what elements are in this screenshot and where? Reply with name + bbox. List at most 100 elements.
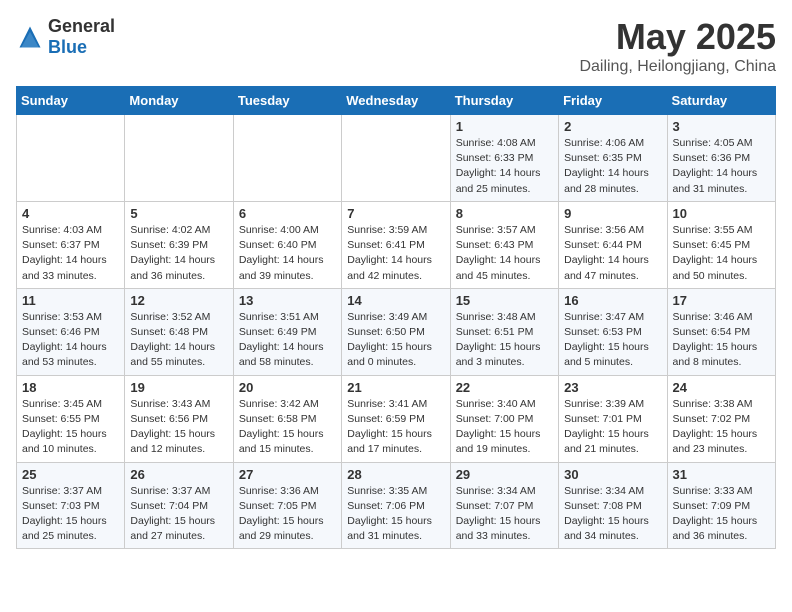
day-info: Sunrise: 3:47 AM Sunset: 6:53 PM Dayligh… (564, 310, 661, 371)
cell-week5-day1: 26 Sunrise: 3:37 AM Sunset: 7:04 PM Dayl… (125, 462, 233, 549)
day-number: 1 (456, 119, 553, 134)
day-info: Sunrise: 3:48 AM Sunset: 6:51 PM Dayligh… (456, 310, 553, 371)
day-number: 17 (673, 293, 770, 308)
cell-week1-day3 (342, 115, 450, 202)
day-info: Sunrise: 3:45 AM Sunset: 6:55 PM Dayligh… (22, 397, 119, 458)
day-info: Sunrise: 3:57 AM Sunset: 6:43 PM Dayligh… (456, 223, 553, 284)
day-number: 31 (673, 467, 770, 482)
cell-week5-day4: 29 Sunrise: 3:34 AM Sunset: 7:07 PM Dayl… (450, 462, 558, 549)
header-tuesday: Tuesday (233, 87, 341, 115)
day-info: Sunrise: 3:53 AM Sunset: 6:46 PM Dayligh… (22, 310, 119, 371)
cell-week2-day0: 4 Sunrise: 4:03 AM Sunset: 6:37 PM Dayli… (17, 201, 125, 288)
cell-week3-day4: 15 Sunrise: 3:48 AM Sunset: 6:51 PM Dayl… (450, 288, 558, 375)
logo: General Blue (16, 16, 115, 58)
day-number: 30 (564, 467, 661, 482)
week-row-4: 18 Sunrise: 3:45 AM Sunset: 6:55 PM Dayl… (17, 375, 776, 462)
day-number: 26 (130, 467, 227, 482)
cell-week2-day6: 10 Sunrise: 3:55 AM Sunset: 6:45 PM Dayl… (667, 201, 775, 288)
cell-week5-day2: 27 Sunrise: 3:36 AM Sunset: 7:05 PM Dayl… (233, 462, 341, 549)
day-info: Sunrise: 3:41 AM Sunset: 6:59 PM Dayligh… (347, 397, 444, 458)
day-info: Sunrise: 4:06 AM Sunset: 6:35 PM Dayligh… (564, 136, 661, 197)
cell-week3-day1: 12 Sunrise: 3:52 AM Sunset: 6:48 PM Dayl… (125, 288, 233, 375)
cell-week4-day2: 20 Sunrise: 3:42 AM Sunset: 6:58 PM Dayl… (233, 375, 341, 462)
day-number: 15 (456, 293, 553, 308)
day-number: 21 (347, 380, 444, 395)
day-info: Sunrise: 3:40 AM Sunset: 7:00 PM Dayligh… (456, 397, 553, 458)
logo-blue: Blue (48, 37, 87, 57)
cell-week2-day5: 9 Sunrise: 3:56 AM Sunset: 6:44 PM Dayli… (559, 201, 667, 288)
day-number: 7 (347, 206, 444, 221)
cell-week1-day1 (125, 115, 233, 202)
cell-week1-day4: 1 Sunrise: 4:08 AM Sunset: 6:33 PM Dayli… (450, 115, 558, 202)
cell-week4-day1: 19 Sunrise: 3:43 AM Sunset: 6:56 PM Dayl… (125, 375, 233, 462)
cell-week2-day3: 7 Sunrise: 3:59 AM Sunset: 6:41 PM Dayli… (342, 201, 450, 288)
cell-week4-day3: 21 Sunrise: 3:41 AM Sunset: 6:59 PM Dayl… (342, 375, 450, 462)
cell-week3-day6: 17 Sunrise: 3:46 AM Sunset: 6:54 PM Dayl… (667, 288, 775, 375)
day-info: Sunrise: 3:46 AM Sunset: 6:54 PM Dayligh… (673, 310, 770, 371)
week-row-5: 25 Sunrise: 3:37 AM Sunset: 7:03 PM Dayl… (17, 462, 776, 549)
header-saturday: Saturday (667, 87, 775, 115)
day-info: Sunrise: 4:08 AM Sunset: 6:33 PM Dayligh… (456, 136, 553, 197)
header-friday: Friday (559, 87, 667, 115)
calendar-table: Sunday Monday Tuesday Wednesday Thursday… (16, 86, 776, 549)
day-info: Sunrise: 3:39 AM Sunset: 7:01 PM Dayligh… (564, 397, 661, 458)
day-info: Sunrise: 3:52 AM Sunset: 6:48 PM Dayligh… (130, 310, 227, 371)
week-row-2: 4 Sunrise: 4:03 AM Sunset: 6:37 PM Dayli… (17, 201, 776, 288)
cell-week1-day6: 3 Sunrise: 4:05 AM Sunset: 6:36 PM Dayli… (667, 115, 775, 202)
day-info: Sunrise: 3:55 AM Sunset: 6:45 PM Dayligh… (673, 223, 770, 284)
cell-week1-day0 (17, 115, 125, 202)
day-number: 3 (673, 119, 770, 134)
cell-week3-day0: 11 Sunrise: 3:53 AM Sunset: 6:46 PM Dayl… (17, 288, 125, 375)
cell-week5-day3: 28 Sunrise: 3:35 AM Sunset: 7:06 PM Dayl… (342, 462, 450, 549)
day-info: Sunrise: 3:35 AM Sunset: 7:06 PM Dayligh… (347, 484, 444, 545)
cell-week3-day2: 13 Sunrise: 3:51 AM Sunset: 6:49 PM Dayl… (233, 288, 341, 375)
day-info: Sunrise: 3:34 AM Sunset: 7:08 PM Dayligh… (564, 484, 661, 545)
day-number: 18 (22, 380, 119, 395)
day-number: 9 (564, 206, 661, 221)
day-info: Sunrise: 3:38 AM Sunset: 7:02 PM Dayligh… (673, 397, 770, 458)
logo-icon (16, 23, 44, 51)
cell-week3-day5: 16 Sunrise: 3:47 AM Sunset: 6:53 PM Dayl… (559, 288, 667, 375)
day-info: Sunrise: 4:05 AM Sunset: 6:36 PM Dayligh… (673, 136, 770, 197)
calendar-subtitle: Dailing, Heilongjiang, China (579, 58, 776, 76)
day-info: Sunrise: 3:56 AM Sunset: 6:44 PM Dayligh… (564, 223, 661, 284)
day-number: 23 (564, 380, 661, 395)
cell-week4-day5: 23 Sunrise: 3:39 AM Sunset: 7:01 PM Dayl… (559, 375, 667, 462)
calendar-title: May 2025 (579, 16, 776, 58)
day-number: 10 (673, 206, 770, 221)
day-number: 2 (564, 119, 661, 134)
day-number: 22 (456, 380, 553, 395)
day-info: Sunrise: 4:02 AM Sunset: 6:39 PM Dayligh… (130, 223, 227, 284)
logo-general: General (48, 16, 115, 36)
day-info: Sunrise: 3:51 AM Sunset: 6:49 PM Dayligh… (239, 310, 336, 371)
cell-week5-day0: 25 Sunrise: 3:37 AM Sunset: 7:03 PM Dayl… (17, 462, 125, 549)
header-sunday: Sunday (17, 87, 125, 115)
day-number: 19 (130, 380, 227, 395)
day-number: 8 (456, 206, 553, 221)
day-number: 14 (347, 293, 444, 308)
day-info: Sunrise: 3:43 AM Sunset: 6:56 PM Dayligh… (130, 397, 227, 458)
page-header: General Blue May 2025 Dailing, Heilongji… (16, 16, 776, 76)
day-number: 27 (239, 467, 336, 482)
day-number: 6 (239, 206, 336, 221)
day-number: 25 (22, 467, 119, 482)
day-info: Sunrise: 4:03 AM Sunset: 6:37 PM Dayligh… (22, 223, 119, 284)
day-info: Sunrise: 3:36 AM Sunset: 7:05 PM Dayligh… (239, 484, 336, 545)
header-wednesday: Wednesday (342, 87, 450, 115)
day-info: Sunrise: 3:37 AM Sunset: 7:03 PM Dayligh… (22, 484, 119, 545)
day-info: Sunrise: 3:59 AM Sunset: 6:41 PM Dayligh… (347, 223, 444, 284)
cell-week5-day6: 31 Sunrise: 3:33 AM Sunset: 7:09 PM Dayl… (667, 462, 775, 549)
cell-week1-day5: 2 Sunrise: 4:06 AM Sunset: 6:35 PM Dayli… (559, 115, 667, 202)
week-row-3: 11 Sunrise: 3:53 AM Sunset: 6:46 PM Dayl… (17, 288, 776, 375)
day-info: Sunrise: 3:34 AM Sunset: 7:07 PM Dayligh… (456, 484, 553, 545)
day-info: Sunrise: 3:49 AM Sunset: 6:50 PM Dayligh… (347, 310, 444, 371)
cell-week4-day0: 18 Sunrise: 3:45 AM Sunset: 6:55 PM Dayl… (17, 375, 125, 462)
day-number: 4 (22, 206, 119, 221)
header-row: Sunday Monday Tuesday Wednesday Thursday… (17, 87, 776, 115)
day-number: 20 (239, 380, 336, 395)
cell-week3-day3: 14 Sunrise: 3:49 AM Sunset: 6:50 PM Dayl… (342, 288, 450, 375)
cell-week2-day1: 5 Sunrise: 4:02 AM Sunset: 6:39 PM Dayli… (125, 201, 233, 288)
cell-week5-day5: 30 Sunrise: 3:34 AM Sunset: 7:08 PM Dayl… (559, 462, 667, 549)
cell-week1-day2 (233, 115, 341, 202)
cell-week4-day6: 24 Sunrise: 3:38 AM Sunset: 7:02 PM Dayl… (667, 375, 775, 462)
